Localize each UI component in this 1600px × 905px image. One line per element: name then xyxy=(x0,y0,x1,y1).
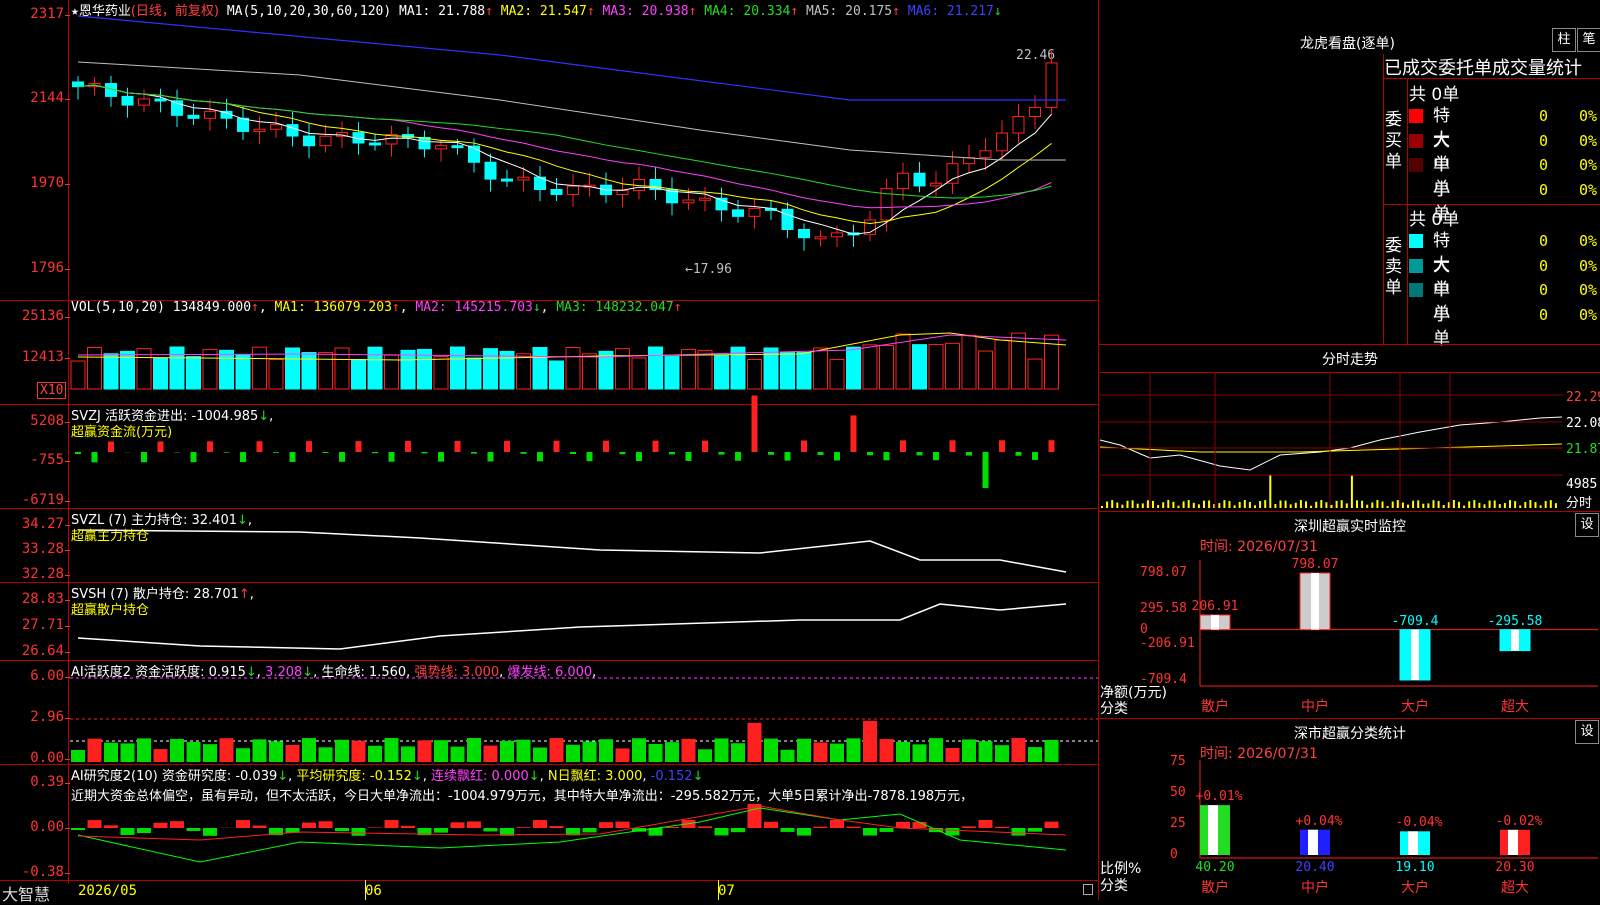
minute-volume-bar xyxy=(1422,504,1424,508)
minute-volume-bar xyxy=(1183,501,1185,508)
minute-volume-bar xyxy=(1325,502,1327,508)
minute-volume-bar xyxy=(1555,503,1557,508)
minute-volume-bar xyxy=(1101,506,1103,508)
minute-volume-bar xyxy=(1361,501,1363,508)
minute-volume-bar xyxy=(1142,503,1144,508)
minute-volume-bar xyxy=(1427,503,1429,508)
minute-volume-bar xyxy=(1127,501,1129,508)
minute-volume-bar xyxy=(1264,500,1266,508)
minute-volume-bar xyxy=(1504,503,1506,508)
minute-volume-bar xyxy=(1203,501,1205,508)
minute-volume-bar xyxy=(1336,501,1338,508)
minute-volume-bar xyxy=(1137,504,1139,508)
minute-volume-bar xyxy=(1254,505,1256,508)
minute-volume-bar xyxy=(1478,503,1480,508)
minute-volume-bar xyxy=(1524,502,1526,508)
minute-volume-bar xyxy=(1269,475,1271,508)
minute-volume-bar xyxy=(1178,506,1180,508)
minute-volume-bar xyxy=(1152,501,1154,508)
minute-volume-bar xyxy=(1300,500,1302,508)
minute-volume-bar xyxy=(1519,505,1521,508)
minute-volume-bar xyxy=(1223,500,1225,508)
minute-volume-bar xyxy=(1193,503,1195,508)
monitor-bar-highlight xyxy=(1411,630,1419,680)
minute-volume-bar xyxy=(1351,476,1353,508)
minute-volume-bar xyxy=(1341,500,1343,508)
minute-volume-bar xyxy=(1132,500,1134,508)
minute-volume-bar xyxy=(1218,503,1220,508)
minute-volume-bar xyxy=(1489,501,1491,508)
minute-volume-bar xyxy=(1305,501,1307,508)
minute-volume-bar xyxy=(1188,500,1190,508)
minute-volume-bar xyxy=(1453,500,1455,508)
minute-volume-bar xyxy=(1331,505,1333,508)
minute-price-line xyxy=(1100,417,1562,470)
minute-volume-bar xyxy=(1443,505,1445,508)
minute-volume-bar xyxy=(1167,500,1169,508)
minute-volume-bar xyxy=(1402,503,1404,508)
minute-volume-bar xyxy=(1234,505,1236,508)
minute-volume-bar xyxy=(1274,504,1276,508)
minute-volume-bar xyxy=(1315,502,1317,508)
minute-volume-bar xyxy=(1147,500,1149,508)
minute-volume-bar xyxy=(1529,500,1531,508)
minute-volume-bar xyxy=(1392,502,1394,508)
minute-volume-bar xyxy=(1382,502,1384,508)
minute-volume-bar xyxy=(1371,503,1373,508)
minute-volume-bar xyxy=(1249,502,1251,508)
minute-volume-bar xyxy=(1387,506,1389,508)
minute-volume-bar xyxy=(1111,500,1113,508)
minute-volume-bar xyxy=(1468,501,1470,508)
minute-volume-bar xyxy=(1514,501,1516,508)
minute-volume-bar xyxy=(1106,502,1108,508)
minute-volume-bar xyxy=(1499,504,1501,508)
minute-volume-bar xyxy=(1535,502,1537,508)
minute-volume-bar xyxy=(1458,502,1460,508)
minute-volume-bar xyxy=(1162,502,1164,508)
minute-volume-bar xyxy=(1280,500,1282,508)
monitor-bar-highlight xyxy=(1511,630,1519,651)
classify-bar-highlight xyxy=(1508,830,1518,855)
minute-volume-bar xyxy=(1484,504,1486,508)
right-charts xyxy=(0,0,1600,900)
minute-volume-bar xyxy=(1463,506,1465,508)
minute-volume-bar xyxy=(1295,503,1297,508)
minute-volume-bar xyxy=(1376,500,1378,508)
monitor-bar-highlight xyxy=(1211,615,1219,630)
classify-bar-highlight xyxy=(1408,831,1418,855)
minute-volume-bar xyxy=(1550,500,1552,508)
minute-volume-bar xyxy=(1433,500,1435,508)
minute-volume-bar xyxy=(1290,504,1292,508)
minute-volume-bar xyxy=(1346,503,1348,508)
minute-volume-bar xyxy=(1310,506,1312,508)
minute-volume-bar xyxy=(1407,505,1409,508)
classify-bar-highlight xyxy=(1308,830,1318,855)
minute-volume-bar xyxy=(1366,505,1368,508)
minute-volume-bar xyxy=(1417,500,1419,508)
minute-volume-bar xyxy=(1259,501,1261,508)
minute-volume-bar xyxy=(1494,500,1496,508)
minute-volume-bar xyxy=(1157,505,1159,508)
classify-bar-highlight xyxy=(1208,805,1218,855)
minute-volume-bar xyxy=(1198,504,1200,508)
monitor-bar-highlight xyxy=(1311,573,1319,630)
minute-volume-bar xyxy=(1545,501,1547,508)
minute-volume-bar xyxy=(1509,500,1511,508)
minute-volume-bar xyxy=(1116,503,1118,508)
minute-volume-bar xyxy=(1473,500,1475,508)
minute-volume-bar xyxy=(1244,500,1246,508)
minute-volume-bar xyxy=(1239,502,1241,508)
minute-volume-bar xyxy=(1397,500,1399,508)
minute-volume-bar xyxy=(1172,502,1174,508)
minute-volume-bar xyxy=(1285,501,1287,508)
minute-volume-bar xyxy=(1320,500,1322,508)
minute-volume-bar xyxy=(1229,501,1231,508)
minute-volume-bar xyxy=(1412,501,1414,508)
minute-volume-bar xyxy=(1356,500,1358,508)
minute-volume-bar xyxy=(1438,501,1440,508)
minute-volume-bar xyxy=(1540,505,1542,508)
minute-volume-bar xyxy=(1121,505,1123,508)
minute-volume-bar xyxy=(1208,500,1210,508)
